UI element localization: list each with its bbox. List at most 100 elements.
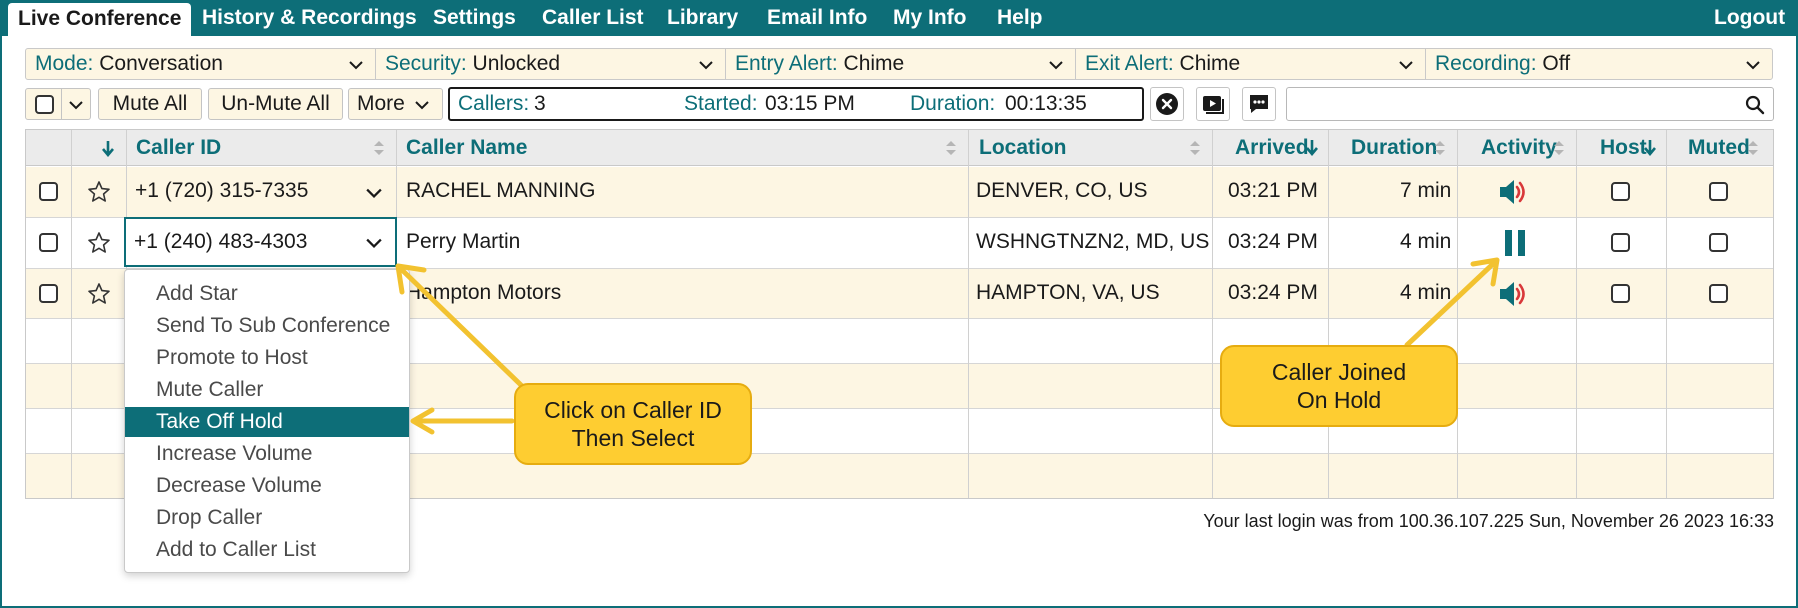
exit-alert-select[interactable]: Exit Alert: Chime <box>1076 49 1426 79</box>
search-box[interactable] <box>1286 87 1774 121</box>
mode-select[interactable]: Mode: Conversation <box>26 49 376 79</box>
callout-click-caller-id: Click on Caller ID Then Select <box>514 383 752 465</box>
caller-duration: 4 min <box>1400 230 1452 253</box>
col-location[interactable]: Location <box>970 130 1067 166</box>
caller-arrived: 03:24 PM <box>1228 281 1318 304</box>
search-icon[interactable] <box>1745 95 1765 115</box>
chevron-down-icon[interactable] <box>366 185 382 201</box>
select-all-checkbox[interactable] <box>35 95 54 114</box>
more-button[interactable]: More <box>348 88 443 120</box>
caller-location: DENVER, CO, US <box>976 179 1148 202</box>
chevron-down-icon <box>69 101 83 110</box>
tab-help[interactable]: Help <box>997 0 1043 36</box>
row-checkbox[interactable] <box>39 233 58 252</box>
tab-my-info[interactable]: My Info <box>893 0 967 36</box>
tab-history-recordings[interactable]: History & Recordings <box>202 0 417 36</box>
mute-all-button[interactable]: Mute All <box>98 88 202 120</box>
star-icon[interactable] <box>87 180 111 204</box>
tab-library[interactable]: Library <box>667 0 738 36</box>
entry-alert-select[interactable]: Entry Alert: Chime <box>726 49 1076 79</box>
col-arrived[interactable]: Arrived <box>1226 130 1309 166</box>
tab-live-conference[interactable]: Live Conference <box>8 3 192 36</box>
chevron-down-icon <box>349 61 363 70</box>
exit-alert-value: Chime <box>1179 52 1241 75</box>
tab-email-info[interactable]: Email Info <box>767 0 867 36</box>
caller-id: +1 (240) 483-4303 <box>134 230 308 253</box>
started-time: 03:15 PM <box>765 92 855 115</box>
muted-checkbox[interactable] <box>1709 284 1728 303</box>
star-icon[interactable] <box>87 231 111 255</box>
speaker-icon <box>1500 282 1525 306</box>
col-duration[interactable]: Duration <box>1342 130 1437 166</box>
muted-checkbox[interactable] <box>1709 233 1728 252</box>
mode-value: Conversation <box>99 52 223 75</box>
security-select[interactable]: Security: Unlocked <box>376 49 726 79</box>
col-caller-name[interactable]: Caller Name <box>397 130 527 166</box>
top-nav: Live Conference History & Recordings Set… <box>0 0 1798 36</box>
logout-link[interactable]: Logout <box>1714 0 1785 36</box>
menu-item-decrease-volume[interactable]: Decrease Volume <box>125 471 409 501</box>
sort-updown-icon <box>374 141 384 155</box>
menu-item-send-to-sub-conference[interactable]: Send To Sub Conference <box>125 311 409 341</box>
close-circle-icon <box>1156 93 1178 115</box>
conference-settings-bar: Mode: Conversation Security: Unlocked En… <box>25 48 1773 80</box>
row-checkbox[interactable] <box>39 182 58 201</box>
menu-item-add-to-caller-list[interactable]: Add to Caller List <box>125 535 409 565</box>
star-icon[interactable] <box>87 282 111 306</box>
muted-checkbox[interactable] <box>1709 182 1728 201</box>
callout-line: Click on Caller ID <box>544 397 722 423</box>
tab-caller-list[interactable]: Caller List <box>542 0 644 36</box>
end-conference-button[interactable] <box>1150 87 1184 121</box>
unmute-all-button[interactable]: Un-Mute All <box>208 88 343 120</box>
sort-arrow-down-icon <box>1306 140 1318 156</box>
select-all-dropdown[interactable] <box>25 88 91 120</box>
menu-item-add-star[interactable]: Add Star <box>125 279 409 309</box>
caller-id[interactable]: +1 (720) 315-7335 <box>135 179 308 203</box>
menu-item-take-off-hold[interactable]: Take Off Hold <box>125 407 409 437</box>
chevron-down-icon <box>1049 61 1063 70</box>
chat-icon <box>1250 95 1268 113</box>
play-recording-button[interactable] <box>1196 87 1230 121</box>
tab-settings[interactable]: Settings <box>433 0 516 36</box>
menu-item-promote-to-host[interactable]: Promote to Host <box>125 343 409 373</box>
exit-alert-label: Exit Alert: <box>1085 52 1174 75</box>
callout-caller-on-hold: Caller Joined On Hold <box>1220 345 1458 427</box>
column-divider <box>1666 130 1667 498</box>
column-divider <box>1457 130 1458 498</box>
duration-time: 00:13:35 <box>1005 92 1087 115</box>
caller-duration: 4 min <box>1400 281 1452 304</box>
caller-name: RACHEL MANNING <box>406 179 596 202</box>
search-input[interactable] <box>1293 89 1733 119</box>
host-checkbox[interactable] <box>1611 233 1630 252</box>
recording-select[interactable]: Recording: Off <box>1426 49 1772 79</box>
col-activity[interactable]: Activity <box>1472 130 1557 166</box>
sort-arrow-down-icon[interactable] <box>102 141 114 157</box>
sort-arrow-down-icon <box>1644 140 1656 156</box>
caller-name: Hampton Motors <box>406 281 562 304</box>
table-row[interactable]: +1 (720) 315-7335 RACHEL MANNING DENVER,… <box>26 167 1773 218</box>
sort-updown-icon <box>1748 141 1758 155</box>
caller-location: WSHNGTNZN2, MD, US <box>976 230 1210 253</box>
menu-item-drop-caller[interactable]: Drop Caller <box>125 503 409 533</box>
divider <box>61 89 62 119</box>
chevron-down-icon[interactable] <box>366 235 382 251</box>
col-muted[interactable]: Muted <box>1679 130 1750 166</box>
col-host[interactable]: Host <box>1591 130 1647 166</box>
column-divider <box>968 130 969 498</box>
col-caller-id[interactable]: Caller ID <box>127 130 221 166</box>
callers-label: Callers: <box>458 92 530 115</box>
speaker-icon <box>1500 180 1525 204</box>
menu-item-mute-caller[interactable]: Mute Caller <box>125 375 409 405</box>
row-checkbox[interactable] <box>39 284 58 303</box>
chevron-down-icon <box>415 101 429 110</box>
menu-item-increase-volume[interactable]: Increase Volume <box>125 439 409 469</box>
callout-line: On Hold <box>1296 387 1382 413</box>
host-checkbox[interactable] <box>1611 284 1630 303</box>
callout-line: Then Select <box>571 425 695 451</box>
caller-action-menu: Add Star Send To Sub Conference Promote … <box>124 269 410 573</box>
chat-button[interactable] <box>1242 87 1276 121</box>
last-login-info: Your last login was from 100.36.107.225 … <box>1203 511 1774 531</box>
table-header: Caller ID Caller Name Location Arrived D… <box>26 130 1773 166</box>
caller-id-select[interactable]: +1 (240) 483-4303 <box>124 217 397 267</box>
host-checkbox[interactable] <box>1611 182 1630 201</box>
